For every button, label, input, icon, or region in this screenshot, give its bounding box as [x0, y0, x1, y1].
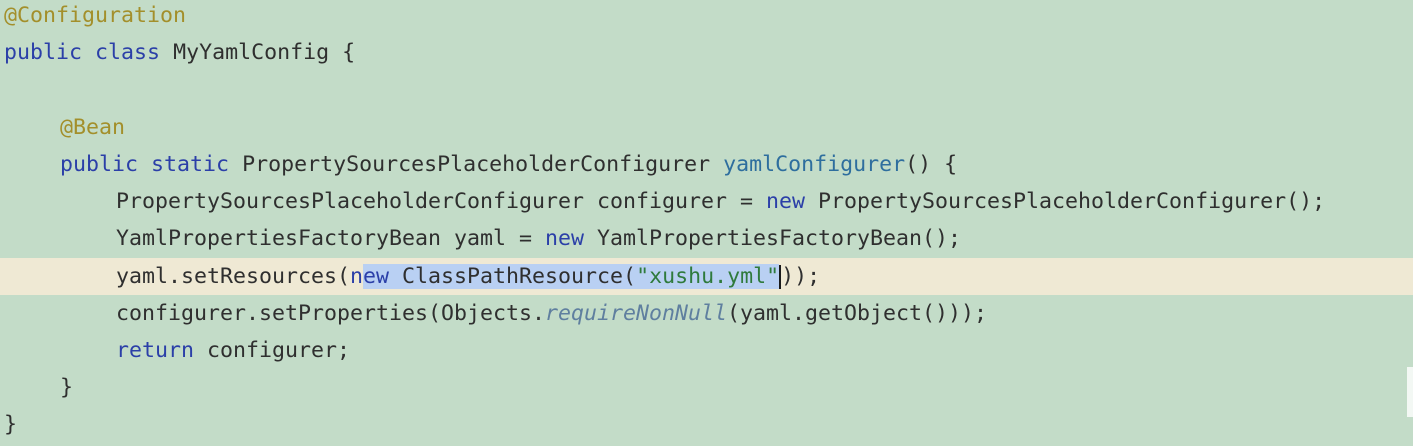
code-line-bean-annotation[interactable]: @Bean [0, 109, 1413, 146]
yaml-constructor: YamlPropertiesFactoryBean(); [584, 226, 962, 251]
set-resources-suffix: )); [781, 264, 821, 289]
code-line-return[interactable]: return configurer; [0, 332, 1413, 369]
method-close-brace: } [60, 375, 74, 400]
static-method-call: requireNonNull [545, 301, 728, 326]
set-properties-prefix: configurer.setProperties(Objects. [116, 301, 546, 326]
code-line-set-properties[interactable]: configurer.setProperties(Objects.require… [0, 295, 1413, 332]
code-editor[interactable]: @Configuration public class MyYamlConfig… [0, 0, 1413, 446]
keyword-class: class [95, 40, 161, 65]
code-line-class-close[interactable]: } [0, 406, 1413, 443]
class-name: MyYamlConfig [173, 40, 330, 65]
text-selection[interactable]: ew ClassPathResource("xushu.yml" [363, 264, 780, 289]
keyword-new: new [545, 226, 585, 251]
configurer-constructor: PropertySourcesPlaceholderConfigurer(); [805, 189, 1326, 214]
method-name: yamlConfigurer [723, 152, 906, 177]
signature-tail: () { [905, 152, 958, 177]
keyword-public: public [60, 152, 139, 177]
set-properties-suffix: (yaml.getObject())); [727, 301, 988, 326]
keyword-new: new [766, 189, 806, 214]
string-literal: "xushu.yml" [636, 264, 780, 289]
return-value: configurer; [194, 338, 351, 363]
class-path-resource-call: ClassPathResource( [389, 264, 637, 289]
code-line-configuration-annotation[interactable]: @Configuration [0, 0, 1413, 34]
code-line-method-signature[interactable]: public static PropertySourcesPlaceholder… [0, 146, 1413, 183]
keyword-static: static [151, 152, 230, 177]
set-resources-call: yaml.setResources( [116, 264, 351, 289]
configurer-declaration: PropertySourcesPlaceholderConfigurer con… [116, 189, 767, 214]
annotation-bean: @Bean [60, 115, 126, 140]
class-close-brace: } [4, 412, 18, 437]
code-line-method-close[interactable]: } [0, 369, 1413, 406]
code-line-class-declaration[interactable]: public class MyYamlConfig { [0, 34, 1413, 71]
return-type: PropertySourcesPlaceholderConfigurer [242, 152, 711, 177]
annotation-configuration: @Configuration [4, 3, 187, 28]
code-line-yaml-declaration[interactable]: YamlPropertiesFactoryBean yaml = new Yam… [0, 220, 1413, 257]
code-line-set-resources[interactable]: yaml.setResources(new ClassPathResource(… [0, 258, 1413, 295]
open-brace: { [342, 40, 356, 65]
keyword-new-selected: ew [363, 264, 390, 289]
keyword-new-unselected: n [350, 264, 364, 289]
keyword-return: return [116, 338, 195, 363]
keyword-public: public [4, 40, 83, 65]
yaml-declaration: YamlPropertiesFactoryBean yaml = [116, 226, 546, 251]
code-line-configurer-declaration[interactable]: PropertySourcesPlaceholderConfigurer con… [0, 183, 1413, 220]
scrollbar-edge[interactable] [1407, 367, 1413, 417]
